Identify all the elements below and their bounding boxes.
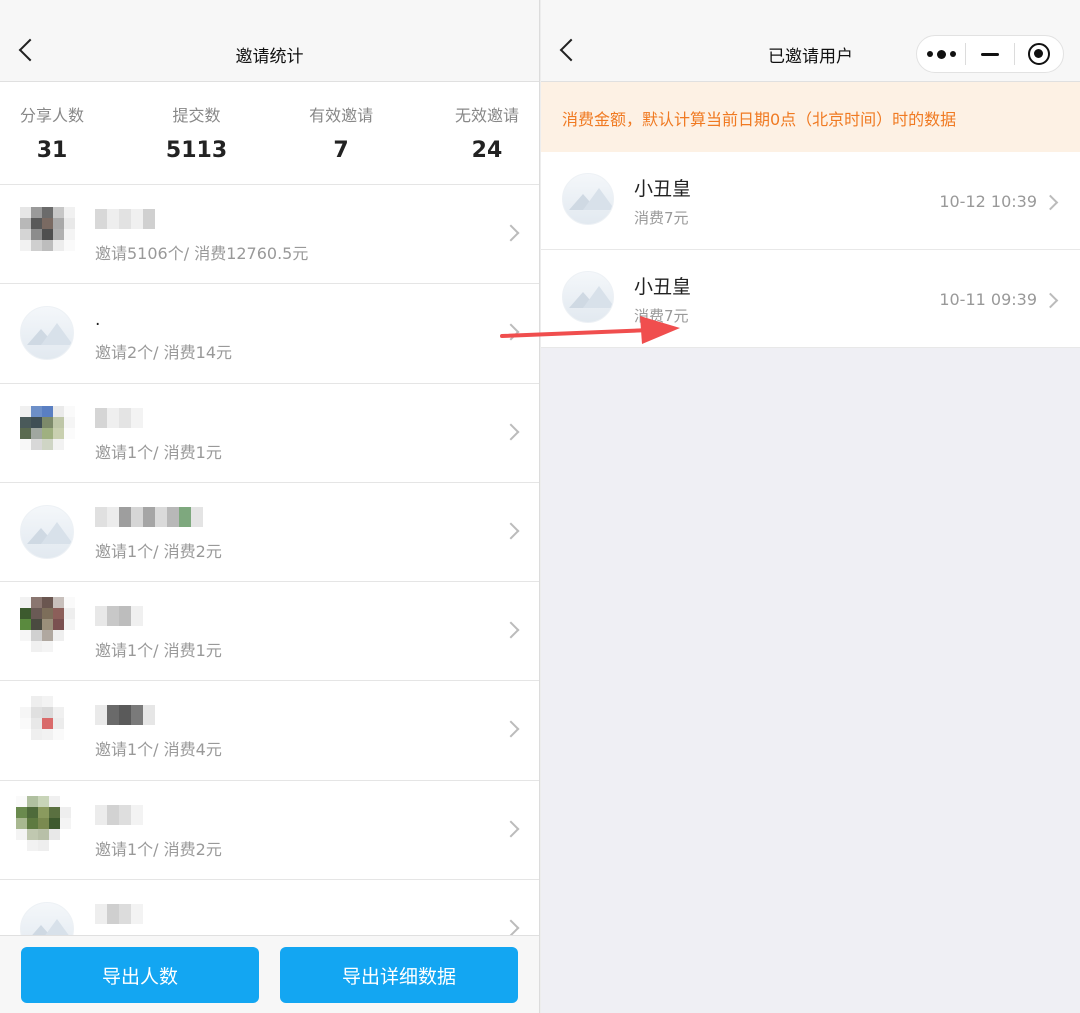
left-navbar: 邀请统计 — [0, 0, 539, 82]
notice-banner: 消费金额，默认计算当前日期0点（北京时间）时的数据 — [541, 82, 1080, 152]
user-name: 小丑皇 — [634, 276, 692, 298]
invite-summary: 邀请1个/ 消费1元 — [95, 641, 222, 661]
list-item[interactable]: . 邀请2个/ 消费14元 — [0, 284, 539, 384]
stats-summary: 分享人数 31 提交数 5113 有效邀请 7 无效邀请 24 — [0, 82, 539, 185]
right-navbar: 已邀请用户 — [541, 0, 1080, 82]
chevron-right-icon — [502, 820, 520, 838]
avatar — [562, 173, 614, 225]
list-item[interactable]: 邀请1个/ 消费1元 — [0, 383, 539, 483]
more-dots-icon — [926, 49, 956, 59]
invite-time: 10-11 09:39 — [939, 290, 1037, 309]
stat-value: 7 — [333, 138, 349, 163]
chevron-right-icon — [502, 621, 520, 639]
stat-label: 有效邀请 — [309, 106, 374, 125]
name-blurred — [95, 407, 143, 428]
invite-summary: 邀请1个/ 消费2元 — [95, 839, 222, 859]
list-item[interactable]: 邀请1个/ 消费4元 — [0, 681, 539, 781]
stat-value: 31 — [36, 138, 68, 163]
export-count-button[interactable]: 导出人数 — [21, 947, 259, 1003]
export-detail-button[interactable]: 导出详细数据 — [280, 947, 518, 1003]
avatar — [20, 306, 74, 361]
name-blurred — [95, 209, 155, 229]
close-miniprogram-button[interactable] — [1015, 36, 1063, 72]
list-item[interactable]: 邀请5106个/ 消费12760.5元 — [0, 185, 539, 285]
miniprogram-capsule — [916, 35, 1064, 73]
page-title: 邀请统计 — [235, 47, 304, 67]
list-item[interactable]: 邀请1个/ 消费2元 — [0, 482, 539, 583]
stat-share-count: 分享人数 31 — [20, 106, 84, 184]
name-blurred — [95, 606, 143, 627]
spend-amount: 消费7元 — [634, 209, 689, 227]
stat-invalid-invites: 无效邀请 24 — [455, 106, 519, 184]
name-blurred — [95, 904, 143, 925]
chevron-right-icon — [502, 522, 520, 540]
target-icon — [1028, 43, 1050, 65]
stat-label: 无效邀请 — [454, 106, 519, 125]
minimize-button[interactable] — [966, 36, 1014, 72]
chevron-right-icon — [502, 720, 520, 738]
invite-time: 10-12 10:39 — [939, 192, 1037, 211]
stat-submit-count: 提交数 5113 — [166, 106, 227, 184]
annotation-arrow-icon — [500, 316, 680, 344]
invite-summary: 邀请2个/ 消费14元 — [95, 343, 233, 363]
invite-summary: 邀请1个/ 消费2元 — [95, 541, 222, 561]
avatar — [20, 504, 74, 559]
stat-valid-invites: 有效邀请 7 — [309, 106, 373, 184]
avatar — [16, 795, 71, 851]
list-item[interactable]: 邀请1个/ 消费1元 — [0, 582, 539, 682]
name-blurred — [95, 804, 143, 825]
avatar — [20, 405, 75, 450]
user-name: . — [95, 310, 101, 331]
more-button[interactable] — [917, 36, 965, 72]
name-blurred — [95, 506, 203, 527]
name-blurred — [95, 705, 155, 726]
invite-summary: 邀请1个/ 消费1元 — [95, 442, 222, 462]
avatar — [20, 207, 75, 251]
invite-summary: 邀请5106个/ 消费12760.5元 — [95, 244, 309, 263]
user-name: 小丑皇 — [634, 178, 692, 200]
stat-label: 提交数 — [172, 106, 221, 125]
chevron-right-icon — [1042, 292, 1059, 309]
chevron-right-icon — [1042, 194, 1059, 211]
chevron-right-icon — [502, 224, 520, 242]
chevron-right-icon — [502, 423, 520, 441]
list-item[interactable]: 邀请1个/ 消费2元 — [0, 780, 539, 881]
minus-icon — [981, 52, 999, 56]
invite-summary: 邀请1个/ 消费4元 — [95, 740, 222, 760]
avatar — [20, 696, 75, 752]
stat-label: 分享人数 — [20, 106, 85, 125]
stat-value: 24 — [471, 138, 503, 163]
avatar — [20, 597, 75, 653]
stat-value: 5113 — [165, 138, 228, 163]
invite-stats-panel: 邀请统计 分享人数 31 提交数 5113 有效邀请 7 无效邀请 24 邀请5… — [0, 0, 540, 1013]
sharer-list: 邀请5106个/ 消费12760.5元 . 邀请2个/ 消费14元 邀请1个/ … — [0, 185, 539, 980]
list-item[interactable]: 小丑皇 消费7元 10-12 10:39 — [541, 152, 1080, 250]
invited-users-panel: 已邀请用户 消费金额，默认计算当前日期0点（北京时间）时的数据 小丑皇 消费7元… — [541, 0, 1080, 1013]
bottom-action-bar: 导出人数 导出详细数据 — [0, 935, 539, 1013]
